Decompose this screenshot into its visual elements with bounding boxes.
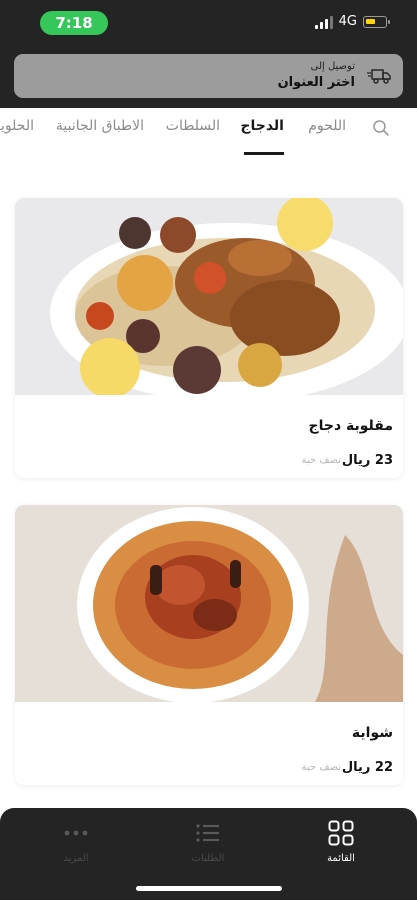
nav-menu-label: القائمة [327, 853, 355, 864]
address-text: توصيل إلى اختر العنوان [278, 60, 355, 93]
product-image-maqluba [15, 198, 403, 395]
product-portion: نصف حبة [301, 455, 341, 466]
nav-menu[interactable]: القائمة [311, 820, 371, 864]
product-card[interactable]: شواية 22 ريال نصف حبة [15, 505, 403, 785]
battery-icon [363, 15, 390, 28]
home-indicator [136, 886, 282, 891]
product-price: 23 ريال [341, 453, 393, 468]
product-image-shawaya [15, 505, 403, 702]
grid-icon [328, 820, 354, 846]
signal-icon [314, 15, 333, 29]
more-dots-icon [64, 830, 88, 836]
tab-chicken[interactable]: الدجاج [240, 118, 284, 134]
nav-more-label: المزيد [63, 853, 89, 864]
delivery-truck-icon [367, 69, 391, 84]
status-time: 7:18 [40, 11, 108, 35]
tab-meat[interactable]: اللحوم [308, 118, 346, 134]
product-card[interactable]: مقلوبة دجاج 23 ريال نصف حبة [15, 198, 403, 478]
product-portion: نصف حبة [301, 762, 341, 773]
address-selector[interactable]: توصيل إلى اختر العنوان [14, 54, 403, 98]
address-caption: توصيل إلى [310, 61, 355, 72]
product-name: مقلوبة دجاج [308, 418, 393, 434]
active-tab-indicator [244, 152, 284, 155]
tab-side-dishes[interactable]: الاطباق الجانبية [56, 118, 144, 134]
nav-more[interactable]: المزيد [46, 820, 106, 864]
list-icon [196, 824, 219, 842]
product-price: 22 ريال [341, 760, 393, 775]
address-value: اختر العنوان [277, 75, 355, 90]
status-indicators: 4G [314, 14, 390, 29]
nav-orders-label: الطلبات [191, 853, 225, 864]
tab-salads[interactable]: السلطات [166, 118, 220, 134]
top-bar: 7:18 4G توصيل إلى اختر العنوان [0, 0, 417, 108]
network-type: 4G [338, 14, 357, 29]
product-name: شواية [351, 725, 393, 741]
nav-orders[interactable]: الطلبات [178, 820, 238, 864]
tab-desserts[interactable]: الحلويات [0, 118, 34, 134]
category-tabs: اللحوم الدجاج السلطات الاطباق الجانبية ا… [0, 108, 417, 158]
